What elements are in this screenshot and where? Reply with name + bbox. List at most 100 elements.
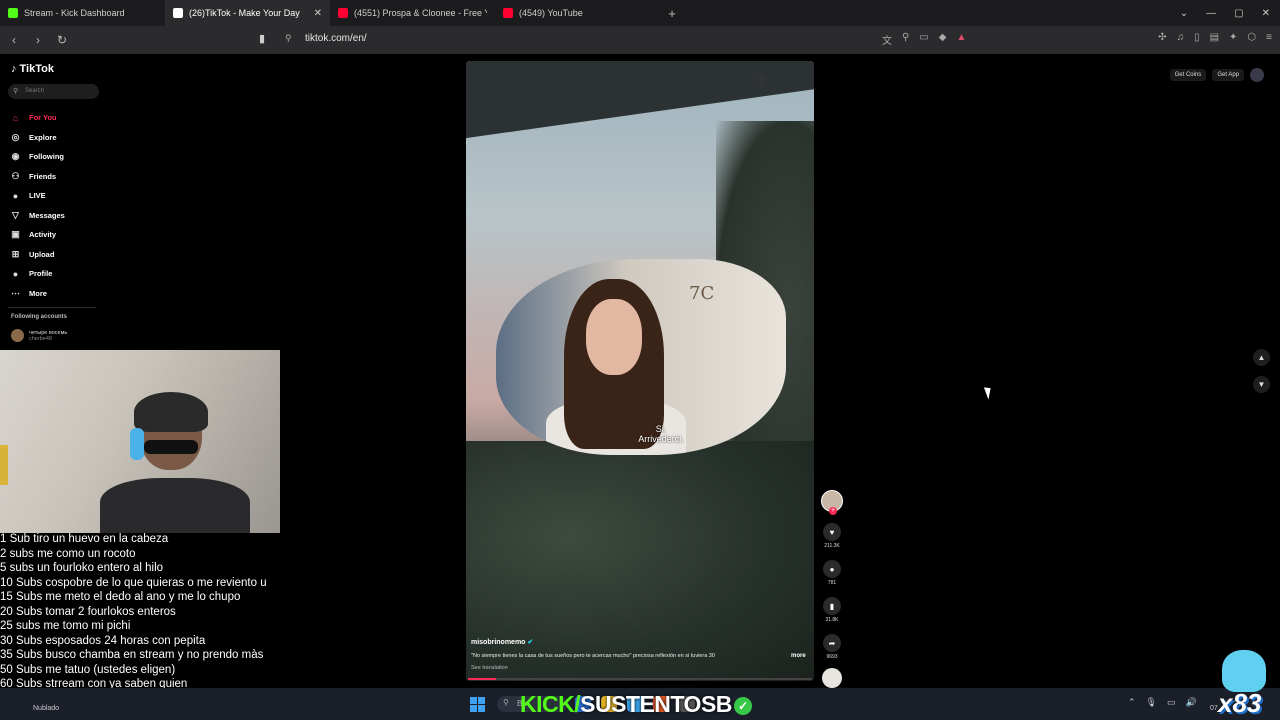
video-player[interactable]: ✈ 7C Si. Arrivederci. misobrinomemo ✔ "N… [466,61,814,681]
sidebar-icon[interactable]: ▯ [1194,32,1200,43]
bookmark-save-icon[interactable]: ▮ [823,597,841,615]
goal-item: 35 Subs busco chamba en stream y no pren… [0,649,264,661]
back-icon[interactable]: ‹ [4,33,24,47]
creator-avatar[interactable]: + [821,490,843,515]
sidebar-item-upload[interactable]: ⊞ Upload [10,245,65,265]
maximize-icon[interactable]: ▢ [1234,8,1243,19]
tab-title: Stream - Kick Dashboard [24,8,125,18]
reload-icon[interactable]: ↻ [52,33,72,47]
sub-goals-list: 1 Sub tiro un huevo en la cabeza 2 subs m… [0,532,290,706]
goal-item: 10 Subs cospobre de lo que quieras o me … [0,576,267,589]
tab-tiktok[interactable]: (26)TikTok - Make Your Day ✕ [165,0,330,26]
menu-icon[interactable]: ≡ [1266,32,1272,43]
share-icon[interactable]: ➦ [823,634,841,652]
tab-title: (4549) YouTube [519,8,583,18]
brave-shield-icon[interactable]: ◆ [939,32,947,47]
music-icon[interactable]: ♫ [1177,32,1185,43]
profile-icon: ● [12,268,19,279]
bookmark-icon[interactable]: ▮ [259,32,265,45]
goal-item: 2 subs me como un rocoto [0,547,136,560]
sidebar-item-label: Profile [29,269,53,279]
ai-icon[interactable]: ✦ [1229,32,1237,43]
sidebar-item-label: LIVE [29,191,46,201]
windows-start-icon[interactable] [470,697,485,712]
close-window-icon[interactable]: ✕ [1262,8,1270,19]
tab-youtube-music[interactable]: (4551) Prospa & Cloonee - Free Your [330,0,495,26]
network-icon[interactable]: ▭ [1167,697,1176,708]
more-button[interactable]: more [791,653,806,659]
goal-item: 30 Subs esposados 24 horas con pepita [0,634,206,647]
brave-rewards-icon[interactable]: ▲ [956,32,966,47]
account-handle: cherbe48 [29,335,52,342]
video-progress-bar[interactable] [468,678,812,680]
kick-text: KICK/ [520,691,581,717]
sidebar-item-live[interactable]: ● LIVE [10,186,65,206]
sidebar-item-label: Upload [29,249,55,259]
next-video-chevron-down-icon[interactable]: ▼ [1253,376,1270,393]
follow-plus-icon[interactable]: + [829,507,837,515]
address-bar: ‹ › ↻ ▮ ⚲ tiktok.com/en/ 文 ⚲ ▭ ◆ ▲ ✣ ♫ ▯… [0,26,1280,54]
music-disc-icon[interactable] [822,668,842,688]
profile-avatar[interactable] [1250,68,1264,82]
like-count: 211.3K [824,543,840,549]
tiktok-sidebar: ♪ TikTok ⚲ Search ⌂ For You ◎ Explore ◉ Follo… [0,54,115,350]
goal-item: 25 subs me tomo mi pichi [0,620,131,632]
site-info-icon[interactable]: ⚲ [285,33,292,44]
comment-icon[interactable]: ● [823,560,841,578]
upload-icon: ⊞ [11,248,20,259]
hand-icon [1222,650,1266,692]
microphone-icon[interactable]: 🎙 [1146,697,1157,708]
cast-icon[interactable]: ▭ [919,32,928,47]
video-username[interactable]: misobrinomemo ✔ [471,638,533,646]
more-icon: ⋯ [11,287,20,298]
browser-tab-bar: Stream - Kick Dashboard (26)TikTok - Mak… [0,0,1280,26]
extensions-icon[interactable]: ✣ [1158,32,1166,43]
vpn-icon[interactable]: ⬡ [1247,32,1256,43]
search-input[interactable]: ⚲ Search [8,84,99,99]
check-icon: ✓ [733,696,752,715]
weather-widget[interactable]: Nublado [33,705,59,712]
get-coins-button[interactable]: Get Coins [1169,69,1207,81]
system-tray: ⌃ 🎙 ▭ 🔊 [1128,697,1197,708]
get-app-button[interactable]: Get App [1212,69,1244,81]
forward-icon[interactable]: › [28,33,48,47]
new-tab-button[interactable]: + [660,6,684,21]
sidebar-item-label: Friends [29,171,57,181]
sidebar-item-friends[interactable]: ⚇ Friends [10,167,65,187]
sidebar-item-messages[interactable]: ▽ Messages [10,206,65,226]
tiktok-logo[interactable]: ♪ TikTok [11,63,54,75]
sidebar-item-activity[interactable]: ▣ Activity [10,225,65,245]
tab-youtube[interactable]: (4549) YouTube [495,0,660,26]
sidebar-item-label: For You [29,113,57,123]
sidebar-item-explore[interactable]: ◎ Explore [10,128,65,148]
zoom-icon[interactable]: ⚲ [902,32,909,47]
following-account[interactable]: четыре восемь cherbe48 [11,329,67,342]
video-inset-scene: 7C Si. Arrivederci. [496,259,786,455]
see-translation-link[interactable]: See translation [471,665,508,671]
sidebar-item-profile[interactable]: ● Profile [10,264,65,284]
like-icon[interactable]: ♥ [823,523,841,541]
sidebar-item-for-you[interactable]: ⌂ For You [10,108,65,128]
search-icon: ⚲ [503,698,509,707]
tab-kick-dashboard[interactable]: Stream - Kick Dashboard [0,0,165,26]
tab-list-icon[interactable]: ⌄ [1180,8,1188,19]
kick-favicon-icon [8,8,18,18]
youtube-favicon-icon [338,8,348,18]
home-icon: ⌂ [12,112,19,123]
sidebar-item-following[interactable]: ◉ Following [10,147,65,167]
sidebar-item-label: Following [29,152,64,162]
sidebar-item-label: Explore [29,132,57,142]
chevron-up-icon[interactable]: ⌃ [1128,697,1136,708]
wallet-icon[interactable]: ▤ [1210,32,1219,43]
save-count: 31.8K [825,617,839,623]
previous-video-chevron-up-icon[interactable]: ▲ [1253,349,1270,366]
url-field[interactable]: tiktok.com/en/ [305,33,367,44]
volume-icon[interactable]: 🔊 [1186,697,1197,708]
goal-item: 1 Sub tiro un huevo en la cabeza [0,533,169,545]
sidebar-item-more[interactable]: ⋯ More [10,284,65,304]
minimize-icon[interactable]: — [1206,8,1216,19]
close-tab-icon[interactable]: ✕ [314,8,322,19]
window-controls: ⌄ — ▢ ✕ [1180,0,1280,26]
goal-item: 50 Subs me tatuo (ustedes eligen) [0,663,176,676]
translate-icon[interactable]: 文 [882,32,892,47]
